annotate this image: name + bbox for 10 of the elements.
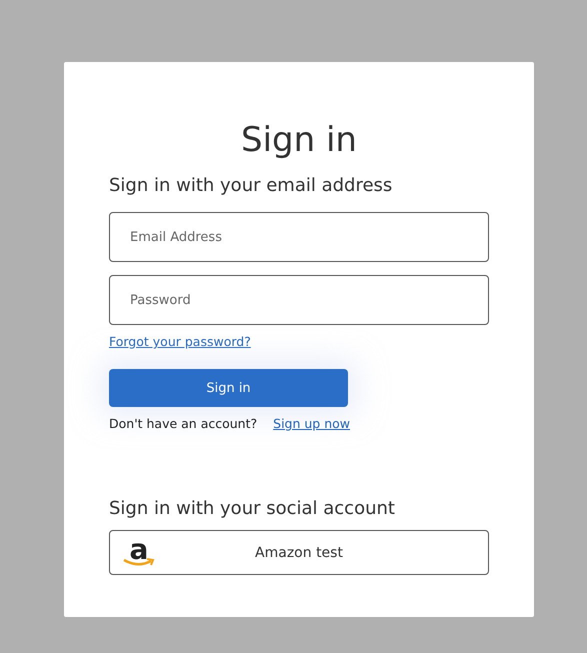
email-field[interactable]: Email Address (109, 212, 489, 262)
signup-prompt: Don't have an account? (109, 416, 258, 431)
section-heading: Sign in with your social account (109, 497, 396, 521)
password-field[interactable]: Password (109, 275, 489, 325)
section-heading: Sign in with your email address (109, 174, 394, 198)
forgot-password-link[interactable]: Forgot your password? (109, 334, 251, 349)
page-title: Sign in (240, 119, 358, 162)
sign-up-link[interactable]: Sign up now (273, 416, 350, 431)
social-sign-in-button[interactable]: a Amazon test (109, 530, 489, 575)
sign-in-button[interactable]: Sign in (109, 369, 348, 407)
